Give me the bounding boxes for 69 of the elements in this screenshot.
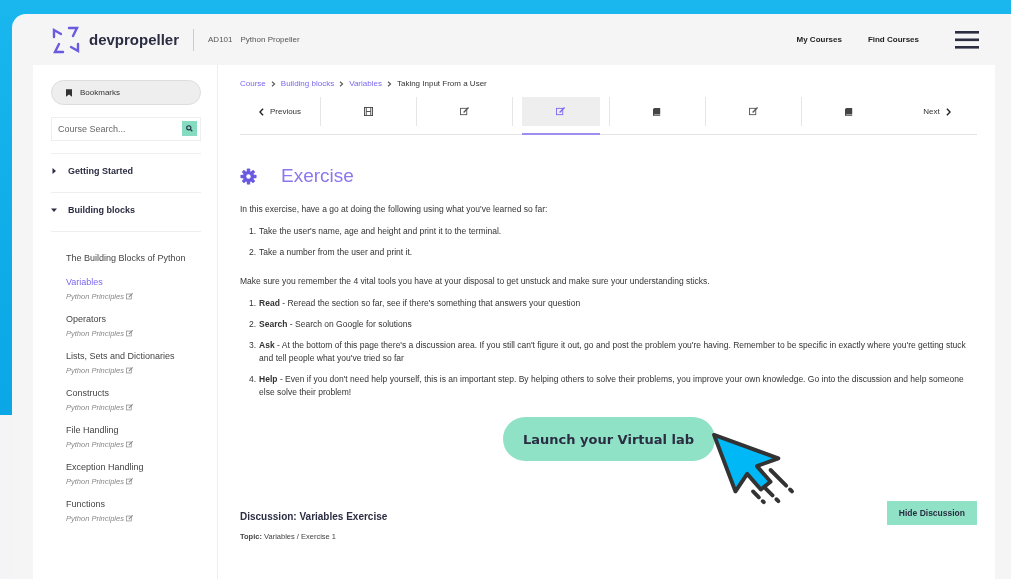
bookmarks-button[interactable]: Bookmarks [51,80,201,105]
breadcrumb-link[interactable]: Course [240,79,266,88]
edit-icon [125,330,133,337]
list-number: 3. [249,339,257,352]
edit-icon [556,107,566,116]
breadcrumb-current: Taking Input From a User [396,79,487,88]
lesson-link[interactable]: Constructs [66,388,201,399]
edit-icon [125,367,133,374]
tool-item: Ask - At the bottom of this page there's a discussion area. If you still can't figure it out, go and post the problem you're having. Remember to be specific in exactly where you're getting stuck and tell people what you've tried so far [259,339,967,365]
chevron-icon [386,80,392,87]
search-icon [186,125,193,132]
hide-discussion-button[interactable]: Hide Discussion [886,501,977,525]
edit-icon [125,478,133,485]
course-name: Python Propeller [240,35,300,44]
search-field[interactable]: Course Search... [51,117,201,141]
list-number: 1. [249,225,257,238]
task-item: Take a number from the user and print it. [259,246,413,259]
edit-icon [125,293,133,300]
chevron-icon [339,80,345,87]
nav-link[interactable]: Find Courses [867,35,919,44]
section-toggle[interactable]: Building blocks [51,201,201,219]
next-button[interactable]: Next [897,97,978,126]
section-title: Building blocks [68,205,135,215]
lesson-link[interactable]: The Building Blocks of Python [66,253,201,264]
bookmark-icon [66,88,72,97]
chevron-left-icon [258,107,264,116]
tool-item: Help - Even if you don't need help yourself, this is an important step. By helping others to solve their problems, you improve your own knowledge. Go into the discussion and help someone else solve their problem! [259,373,965,399]
book-icon [653,107,662,116]
lesson-link[interactable]: Functions [66,499,201,510]
edit-icon [125,515,133,522]
task-item: Take the user's name, age and height and print it to the terminal. [259,225,502,238]
section-toggle[interactable]: Getting Started [51,162,201,180]
tools-intro-text: Make sure you remember the 4 vital tools you have at your disposal to get unstuck and make sure your understanding sticks. [240,275,711,287]
breadcrumb-link[interactable]: Building blocks [280,79,335,88]
menu-icon[interactable] [955,30,979,49]
chevron-right-icon [945,107,951,116]
logo-text[interactable]: devpropeller [89,31,180,48]
edit-icon [748,107,758,116]
lesson-link[interactable]: Exception Handling [66,462,201,473]
lesson-link[interactable]: File Handling [66,425,201,436]
lesson-link[interactable]: Variables [66,277,201,288]
breadcrumb-link[interactable]: Variables [349,79,382,88]
chevron-icon [270,80,276,87]
tool-item: Read - Reread the section so far, see if there's something that answers your question [259,297,581,310]
edit-icon [125,404,133,411]
gear-icon [240,167,257,185]
list-number: 2. [249,318,257,331]
exercise-title: Exercise [281,165,354,187]
book-icon [845,107,854,116]
section-title: Getting Started [68,166,133,176]
list-number: 4. [249,373,257,386]
logo-icon [51,24,81,55]
film-icon [364,107,374,116]
launch-lab-button[interactable]: Launch your Virtual lab [502,417,715,461]
lesson-link[interactable]: Lists, Sets and Dictionaries [66,351,201,362]
list-number: 1. [249,297,257,310]
intro-text: In this exercise, have a go at doing the following using what you've learned so far: [240,203,549,215]
caret-icon [51,207,57,213]
edit-icon [125,441,133,448]
nav-link[interactable]: My Courses [796,35,842,44]
edit-icon [460,107,470,116]
tool-item: Search - Search on Google for solutions [259,318,412,331]
discussion-title: Discussion: Variables Exercise [240,511,388,522]
list-number: 2. [249,246,257,259]
course-code: AD101 [208,35,233,44]
caret-icon [51,168,57,174]
lesson-link[interactable]: Operators [66,314,201,325]
previous-button[interactable]: Previous [240,97,320,126]
search-button[interactable] [182,121,197,136]
